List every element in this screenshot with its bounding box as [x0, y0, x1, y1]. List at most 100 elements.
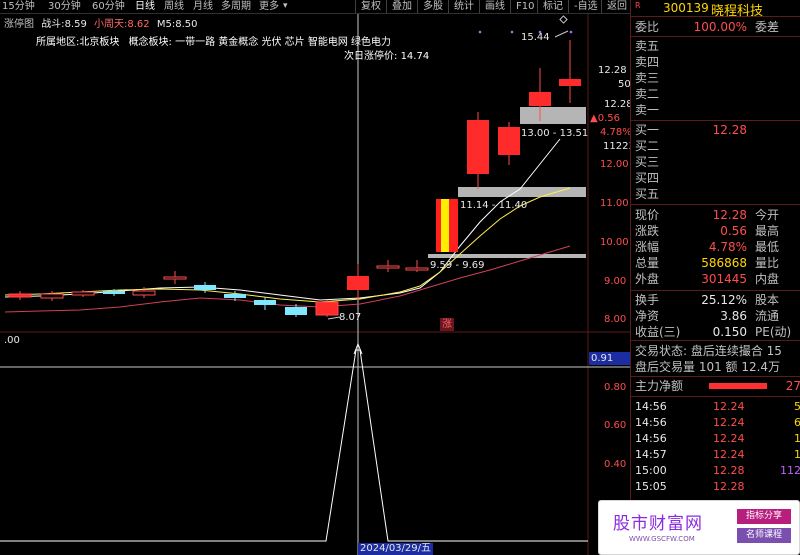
sell-level-3[interactable]: 卖三 [631, 70, 800, 86]
sell-level-5[interactable]: 卖五 [631, 38, 800, 54]
quote-panel: R 300139 晓程科技 委比 100.00% 委差 卖五 卖四 卖三 卖二 … [630, 0, 800, 555]
buy-level-2[interactable]: 买二 [631, 138, 800, 154]
sell-level-label: 卖二 [635, 87, 660, 101]
stock-name[interactable]: 晓程科技 [711, 0, 763, 19]
watermark-title: 股市财富网 [613, 514, 703, 534]
mark-button[interactable]: 标记 [537, 0, 563, 13]
stat-label: 净资 [635, 309, 660, 323]
tick-time: 14:56 [635, 432, 667, 445]
ma1-label: 战斗: [41, 19, 65, 30]
draw-line-button[interactable]: 画线 [479, 0, 505, 13]
stat-label-2: 股本 [755, 293, 780, 307]
stat-label-2: 量比 [755, 256, 780, 270]
zone-label-2: 11.14 - 11.40 [460, 200, 528, 211]
buy-level-5[interactable]: 买五 [631, 186, 800, 202]
overlay-button[interactable]: 叠加 [386, 0, 412, 13]
candle-body [163, 276, 187, 280]
high-price-label: 15.44 [521, 32, 550, 43]
watermark-tag-2: 名师课程 [737, 528, 791, 543]
candle-body [315, 301, 339, 316]
candle-body [8, 293, 32, 298]
divider [631, 376, 800, 377]
limit-up-candle-inner [441, 199, 449, 252]
tick-row: 14:56 12.24 5 [631, 399, 800, 415]
region-concept-line: 所属地区:北京板块 概念板块: 一带一路 黄金概念 光伏 芯片 智能电网 绿色电… [36, 33, 391, 48]
high-arrow [554, 30, 569, 38]
period-60min-button[interactable]: 60分钟 [92, 0, 125, 13]
order-ratio-value: 100.00% [693, 20, 747, 34]
axis-label-10: 10.00 [600, 237, 629, 248]
buy-level-label: 买二 [635, 139, 660, 153]
statistics-button[interactable]: 统计 [448, 0, 474, 13]
period-multi-button[interactable]: 多周期 [221, 0, 251, 13]
sub-axis-label-040: 0.40 [604, 459, 627, 470]
buy-level-1[interactable]: 买一 12.28 [631, 122, 800, 138]
period-more-button[interactable]: 更多 [259, 0, 279, 13]
stat-label: 涨跌 [635, 224, 660, 238]
sub-chart-current-value: 0.91 [589, 352, 630, 365]
candle-body [71, 291, 95, 296]
candle-body [529, 92, 551, 106]
back-button[interactable]: 返回 [601, 0, 627, 13]
candle-body [103, 291, 125, 294]
period-30min-button[interactable]: 30分钟 [48, 0, 81, 13]
restore-rights-button[interactable]: 复权 [355, 0, 381, 13]
f10-button[interactable]: F10 [510, 0, 534, 13]
period-15min-button[interactable]: 15分钟 [2, 0, 35, 13]
more-chevron-icon[interactable]: ▾ [283, 0, 288, 13]
sell-level-2[interactable]: 卖二 [631, 86, 800, 102]
remove-favorite-button[interactable]: -自选 [568, 0, 598, 13]
period-monthly-button[interactable]: 月线 [193, 0, 213, 13]
stat-row: 换手 25.12% 股本 [631, 292, 800, 308]
axis-label-price-top: 12.28 [598, 65, 627, 76]
indicator-header: 涨停图 战斗:8.59 小周天:8.62 M5:8.50 [4, 15, 197, 30]
tick-row: 14:57 12.24 1 [631, 447, 800, 463]
sell-level-4[interactable]: 卖四 [631, 54, 800, 70]
buy-level-4[interactable]: 买四 [631, 170, 800, 186]
stock-header: R 300139 晓程科技 [631, 0, 800, 19]
kline-chart[interactable]: 涨停图 战斗:8.59 小周天:8.62 M5:8.50 所属地区:北京板块 概… [0, 14, 635, 555]
stat-row: 外盘 301445 内盘 [631, 271, 800, 287]
watermark-tag-1: 指标分享 [737, 509, 791, 524]
period-weekly-button[interactable]: 周线 [164, 0, 184, 13]
multi-stock-button[interactable]: 多股 [417, 0, 443, 13]
order-diff-label: 委差 [755, 20, 780, 34]
stock-code[interactable]: 300139 [663, 1, 709, 15]
stat-value: 25.12% [701, 293, 747, 307]
stat-label: 现价 [635, 208, 660, 222]
period-daily-button[interactable]: 日线 [135, 0, 155, 13]
main-force-row: 主力净额 27 [631, 378, 800, 394]
candle-body [194, 285, 216, 290]
tick-volume: 1 [794, 448, 800, 461]
buy-level-label: 买三 [635, 155, 660, 169]
zone-label-3: 9.59 - 9.69 [430, 260, 485, 271]
axis-label-9: 9.00 [604, 276, 627, 287]
order-ratio-row: 委比 100.00% 委差 [631, 19, 800, 35]
kline-svg[interactable] [0, 14, 630, 555]
stat-row: 涨跌 0.56 最高 [631, 223, 800, 239]
rights-icon: R [635, 1, 641, 10]
buy-level-label: 买四 [635, 171, 660, 185]
candle-body [132, 290, 156, 296]
sell-level-label: 卖三 [635, 71, 660, 85]
tick-row: 14:56 12.24 6 [631, 415, 800, 431]
stat-value: 4.78% [708, 240, 747, 254]
indicator-name[interactable]: 涨停图 [4, 19, 34, 30]
stat-label: 涨幅 [635, 240, 660, 254]
stat-label-2: 内盘 [755, 272, 780, 286]
limit-up-label: 次日涨停价: [344, 51, 398, 62]
buy-level-label: 买一 [635, 123, 660, 137]
buy-level-3[interactable]: 买三 [631, 154, 800, 170]
axis-label-pct: 4.78% [600, 127, 632, 138]
buy-level-label: 买五 [635, 187, 660, 201]
tick-row: 14:56 12.24 1 [631, 431, 800, 447]
candle-body [405, 267, 429, 271]
zone-label-1: 13.00 - 13.51 [521, 128, 589, 139]
divider [631, 120, 800, 121]
sell-level-1[interactable]: 卖一 [631, 102, 800, 118]
candle-body [224, 294, 246, 298]
stat-value: 0.150 [712, 325, 747, 339]
divider [631, 36, 800, 37]
trade-status-row: 交易状态: 盘后连续撮合 15 [631, 343, 800, 359]
stat-label: 总量 [635, 256, 660, 270]
